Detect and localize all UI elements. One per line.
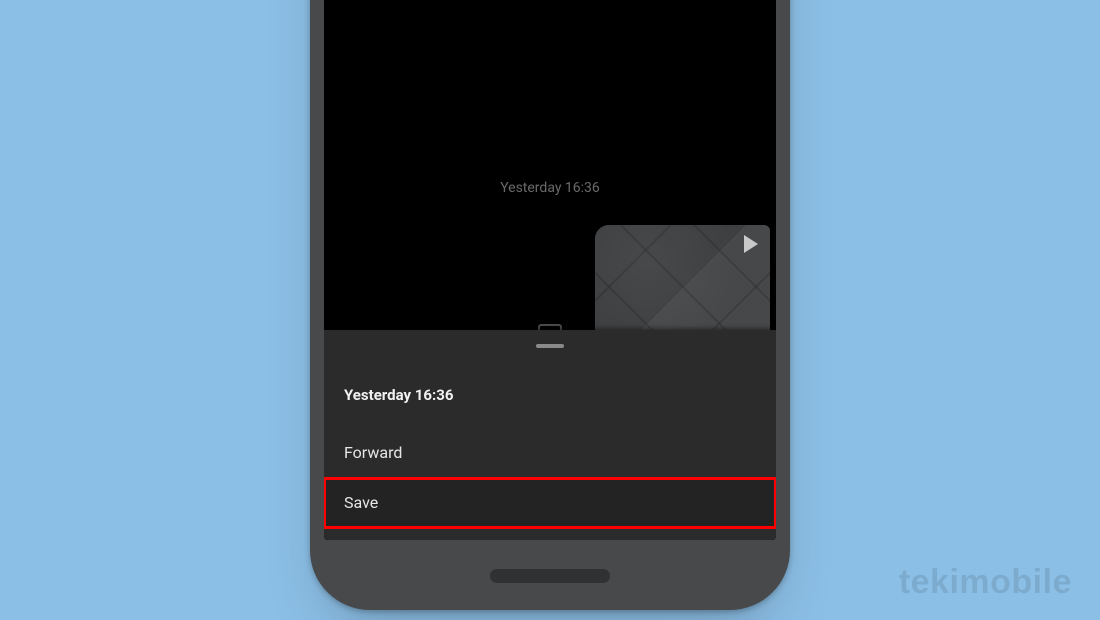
play-icon[interactable]	[744, 235, 758, 253]
menu-item-save[interactable]: Save	[324, 478, 776, 528]
phone-screen: Yesterday 16:36 Yesterday 16:36 Forward …	[324, 0, 776, 540]
sheet-title: Yesterday 16:36	[344, 386, 453, 404]
watermark: tekimobile	[899, 563, 1072, 602]
bottom-sheet: Yesterday 16:36 Forward Save	[324, 330, 776, 540]
context-menu: Forward Save	[324, 428, 776, 528]
message-timestamp: Yesterday 16:36	[324, 180, 776, 196]
drag-handle[interactable]	[536, 344, 564, 348]
phone-frame: Yesterday 16:36 Yesterday 16:36 Forward …	[310, 0, 790, 610]
menu-item-forward[interactable]: Forward	[324, 428, 776, 478]
video-message[interactable]	[595, 225, 770, 345]
phone-speaker	[490, 569, 610, 583]
